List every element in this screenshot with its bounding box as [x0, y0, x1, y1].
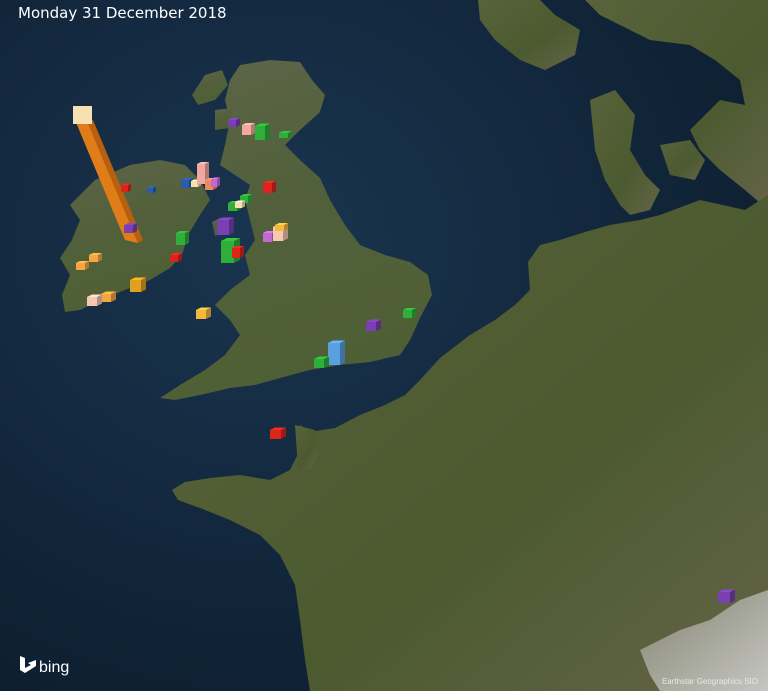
- bing-logo-text: bing: [39, 659, 69, 676]
- map-canvas[interactable]: Monday 31 December 2018 bing Earthstar G…: [0, 0, 768, 691]
- map-data-bar[interactable]: [403, 308, 416, 318]
- bar-side: [265, 123, 270, 140]
- bar-front: [232, 248, 240, 258]
- bar-front: [314, 359, 324, 368]
- map-data-bar[interactable]: [217, 217, 234, 236]
- bar-front: [211, 179, 217, 187]
- bar-front: [130, 280, 141, 292]
- bar-front: [270, 430, 281, 439]
- map-data-bar[interactable]: [718, 589, 735, 604]
- map-data-bar[interactable]: [211, 177, 220, 188]
- date-label: Monday 31 December 2018: [18, 4, 227, 22]
- map-data-bar[interactable]: [87, 294, 102, 307]
- map-data-bar[interactable]: [314, 356, 329, 369]
- map-data-bar[interactable]: [89, 253, 102, 262]
- bar-front: [235, 202, 242, 208]
- bar-front: [181, 180, 189, 188]
- map-data-bar[interactable]: [228, 118, 240, 127]
- bar-front: [191, 181, 198, 187]
- bar-front: [147, 188, 153, 193]
- map-data-bar[interactable]: [366, 319, 381, 332]
- bar-front: [197, 164, 205, 184]
- map-data-bar[interactable]: [76, 261, 89, 270]
- map-attribution: Earthstar Geographics SIO: [662, 677, 758, 686]
- bar-front: [228, 120, 236, 127]
- map-data-bar[interactable]: [124, 223, 137, 233]
- bar-side: [217, 177, 220, 187]
- map-data-bar[interactable]: [101, 291, 116, 303]
- bar-front: [217, 220, 229, 235]
- bar-front: [76, 263, 85, 270]
- bar-front: [170, 255, 178, 262]
- bar-top: [73, 106, 92, 124]
- bar-front: [255, 126, 265, 140]
- bar-front: [279, 133, 288, 138]
- bar-side: [141, 277, 146, 292]
- map-data-bar[interactable]: [232, 246, 244, 258]
- map-data-bar[interactable]: [279, 131, 292, 138]
- bar-front: [196, 310, 206, 319]
- bar-front: [263, 183, 272, 193]
- map-data-bar[interactable]: [275, 223, 288, 231]
- bar-front: [87, 297, 97, 306]
- bar-front: [328, 343, 340, 365]
- map-data-bar[interactable]: [121, 183, 131, 193]
- map-data-bar[interactable]: [196, 307, 211, 320]
- bar-front: [124, 225, 133, 233]
- bar-front: [242, 125, 251, 135]
- bar-side: [340, 340, 345, 365]
- bar-front: [263, 233, 272, 242]
- bar-front: [176, 233, 185, 245]
- map-data-bar[interactable]: [242, 123, 255, 135]
- bar-side: [229, 217, 234, 235]
- map-data-bar[interactable]: [170, 253, 182, 262]
- map-data-bar[interactable]: [263, 181, 276, 193]
- bar-front: [403, 310, 412, 318]
- bar-side: [240, 246, 244, 258]
- map-data-bar[interactable]: [255, 123, 270, 141]
- map-data-bar[interactable]: [328, 340, 345, 366]
- bar-side: [185, 231, 189, 245]
- map-data-bar[interactable]: [130, 277, 146, 293]
- bar-front: [121, 185, 128, 192]
- bar-front: [101, 294, 111, 302]
- bar-side: [251, 123, 255, 135]
- bar-side: [272, 181, 276, 193]
- bar-front: [275, 225, 284, 231]
- map-data-bar[interactable]: [235, 200, 245, 209]
- map-data-bar[interactable]: [270, 427, 286, 440]
- bar-front: [718, 592, 730, 603]
- map-data-bar[interactable]: [147, 186, 156, 194]
- map-data-bar[interactable]: [176, 231, 189, 245]
- bar-front: [366, 322, 376, 331]
- bar-front: [89, 255, 98, 262]
